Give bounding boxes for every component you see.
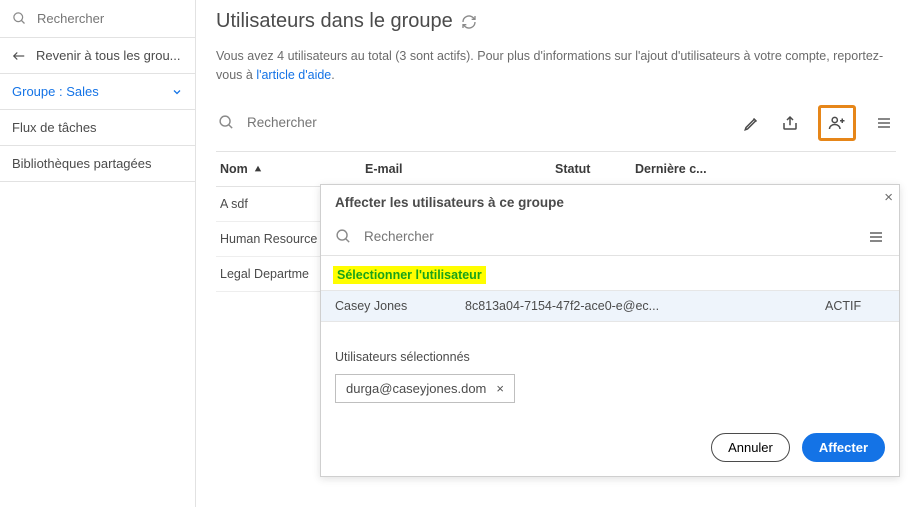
col-name[interactable]: Nom [220, 162, 365, 176]
col-email[interactable]: E-mail [365, 162, 555, 176]
page-subtitle: Vous avez 4 utilisateurs au total (3 son… [216, 47, 896, 85]
col-status[interactable]: Statut [555, 162, 635, 176]
chevron-down-icon [171, 86, 183, 98]
sidebar-item-label: Bibliothèques partagées [12, 156, 152, 171]
table-search-input[interactable] [245, 114, 742, 131]
selected-users-label: Utilisateurs sélectionnés [321, 322, 899, 374]
cell-name: Human Resource [220, 232, 317, 246]
help-link[interactable]: l'article d'aide [256, 68, 331, 82]
sort-asc-icon [254, 165, 262, 173]
back-to-groups[interactable]: Revenir à tous les grou... [0, 38, 195, 74]
cancel-button[interactable]: Annuler [711, 433, 790, 462]
page-title-text: Utilisateurs dans le groupe [216, 10, 453, 33]
assign-button[interactable]: Affecter [802, 433, 885, 462]
group-active[interactable]: Groupe : Sales [0, 74, 195, 110]
back-label: Revenir à tous les grou... [36, 48, 181, 63]
search-icon [12, 11, 27, 26]
sidebar-item-workflows[interactable]: Flux de tâches [0, 110, 195, 146]
subtitle-post: . [331, 68, 334, 82]
remove-chip-icon[interactable]: × [496, 381, 504, 396]
menu-icon[interactable] [867, 229, 885, 245]
user-status: ACTIF [825, 299, 885, 313]
dialog-search-input[interactable] [362, 228, 857, 245]
sidebar-search[interactable] [0, 0, 195, 38]
dialog-footer: Annuler Affecter [321, 433, 899, 476]
cell-name: A sdf [220, 197, 248, 211]
table-header: Nom E-mail Statut Dernière c... [216, 152, 896, 187]
edit-icon[interactable] [742, 113, 762, 133]
cell-name: Legal Departme [220, 267, 309, 281]
export-icon[interactable] [780, 113, 800, 133]
chip-text: durga@caseyjones.dom [346, 381, 486, 396]
sidebar-search-input[interactable] [35, 10, 215, 27]
group-active-label: Groupe : Sales [12, 84, 99, 99]
sidebar: Revenir à tous les grou... Groupe : Sale… [0, 0, 196, 507]
user-name: Casey Jones [335, 299, 465, 313]
col-name-label: Nom [220, 162, 248, 176]
sidebar-item-label: Flux de tâches [12, 120, 97, 135]
user-email: 8c813a04-7154-47f2-ace0-e@ec... [465, 299, 695, 313]
page-title: Utilisateurs dans le groupe [216, 10, 896, 33]
selected-user-chip: durga@caseyjones.dom × [335, 374, 515, 403]
search-icon [335, 228, 352, 245]
menu-icon[interactable] [874, 113, 894, 133]
user-row[interactable]: Casey Jones 8c813a04-7154-47f2-ace0-e@ec… [321, 290, 899, 322]
table-toolbar [216, 99, 896, 152]
sidebar-item-shared-libs[interactable]: Bibliothèques partagées [0, 146, 195, 182]
refresh-icon[interactable] [461, 14, 477, 30]
search-icon [218, 114, 235, 131]
dialog-title: Affecter les utilisateurs à ce groupe [321, 185, 899, 222]
assign-users-dialog: × Affecter les utilisateurs à ce groupe … [320, 184, 900, 477]
close-icon[interactable]: × [884, 189, 893, 206]
arrow-left-icon [12, 49, 26, 63]
chip-area: durga@caseyjones.dom × [321, 374, 899, 433]
select-user-label: Sélectionner l'utilisateur [333, 266, 486, 284]
col-last[interactable]: Dernière c... [635, 162, 725, 176]
add-users-button[interactable] [818, 105, 856, 141]
dialog-search [321, 222, 899, 256]
